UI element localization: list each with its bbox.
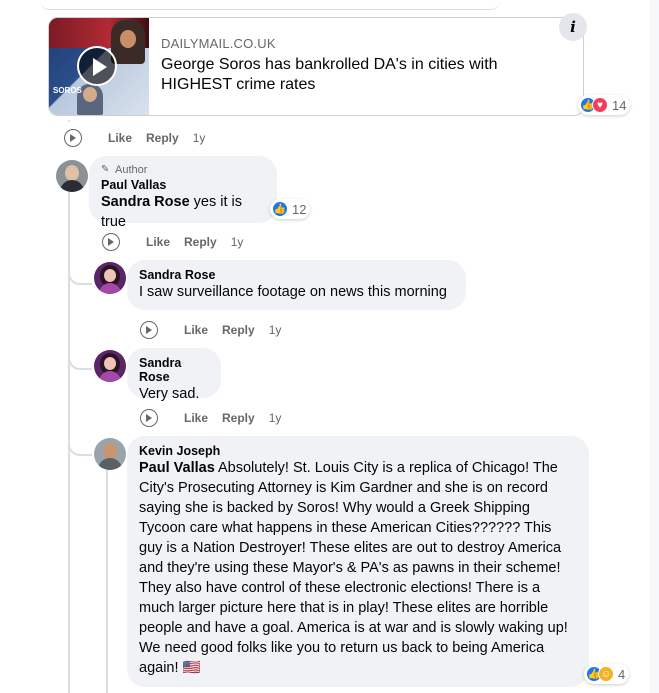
play-icon[interactable] [77, 46, 117, 86]
like-button[interactable]: Like [146, 235, 170, 249]
author-badge-label: Author [115, 164, 148, 176]
reply-button[interactable]: Reply [222, 411, 255, 425]
like-button[interactable]: Like [184, 323, 208, 337]
link-domain: DAILYMAIL.CO.UK [161, 36, 276, 51]
reply-button[interactable]: Reply [222, 323, 255, 337]
like-icon: 👍 [272, 201, 288, 217]
timestamp[interactable]: 1y [193, 131, 206, 145]
author-badge: ✎ Author [101, 164, 265, 176]
comment-text: I saw surveillance footage on news this … [139, 284, 447, 300]
reaction-count: 14 [612, 97, 627, 113]
thread-line [68, 380, 70, 693]
play-icon[interactable] [64, 129, 82, 147]
pencil-icon: ✎ [101, 164, 110, 175]
play-icon[interactable] [140, 409, 158, 427]
reaction-badge[interactable]: 👍 12 [270, 199, 311, 219]
comment-actions: Like Reply 1y [140, 321, 281, 339]
avatar[interactable] [56, 160, 88, 192]
reply-button[interactable]: Reply [146, 131, 179, 145]
thread-line [68, 265, 92, 285]
commenter-name[interactable]: Sandra Rose [139, 356, 209, 384]
like-button[interactable]: Like [108, 131, 132, 145]
avatar[interactable] [94, 438, 126, 470]
thread-line [68, 120, 70, 122]
thread-line [68, 436, 92, 456]
comment-bubble: ✎ Author Paul Vallas Sandra Rose yes it … [89, 156, 277, 230]
comment-text: Sandra Rose yes it is true [101, 192, 265, 232]
comment-bubble: Sandra Rose Very sad. [127, 348, 221, 402]
commenter-name[interactable]: Kevin Joseph [139, 444, 577, 458]
care-icon: ☺ [598, 666, 614, 682]
comment-bubble: Sandra Rose I saw surveillance footage o… [127, 260, 466, 310]
commenter-name[interactable]: Sandra Rose [139, 268, 454, 282]
reaction-count: 4 [618, 666, 626, 682]
love-icon: ♥ [592, 97, 608, 113]
scrollbar[interactable] [650, 0, 659, 693]
comment-text: Very sad. [139, 386, 200, 402]
play-icon[interactable] [102, 233, 120, 251]
thread-line [106, 462, 108, 693]
avatar[interactable] [94, 350, 126, 382]
link-title[interactable]: George Soros has bankrolled DA's in citi… [161, 55, 571, 95]
thumbnail-caption: SOROS [53, 86, 82, 95]
reaction-badge[interactable]: 👍 ♥ 14 [578, 95, 631, 115]
timestamp[interactable]: 1y [269, 411, 282, 425]
thread-line [68, 350, 92, 370]
commenter-name[interactable]: Paul Vallas [101, 178, 265, 192]
comment-text: Paul Vallas Absolutely! St. Louis City i… [139, 458, 577, 678]
video-thumbnail[interactable]: SOROS [49, 18, 149, 115]
like-button[interactable]: Like [184, 411, 208, 425]
comment-actions: Like Reply 1y [64, 129, 205, 147]
reply-button[interactable]: Reply [184, 235, 217, 249]
thumbnail-person [111, 20, 145, 64]
reaction-count: 12 [292, 201, 307, 217]
comment-body: Absolutely! St. Louis City is a replica … [139, 460, 568, 676]
comment-bubble: Kevin Joseph Paul Vallas Absolutely! St.… [127, 436, 589, 687]
mention-link[interactable]: Paul Vallas [139, 460, 215, 476]
previous-comment-edge [40, 0, 500, 10]
timestamp[interactable]: 1y [231, 235, 244, 249]
mention-link[interactable]: Sandra Rose [101, 194, 190, 210]
avatar[interactable] [94, 262, 126, 294]
comment-actions: Like Reply 1y [102, 233, 243, 251]
reaction-badge[interactable]: 👍 ☺ 4 [584, 664, 630, 684]
info-icon[interactable]: i [559, 13, 587, 41]
timestamp[interactable]: 1y [269, 323, 282, 337]
play-icon[interactable] [140, 321, 158, 339]
comment-actions: Like Reply 1y [140, 409, 281, 427]
link-preview-card[interactable]: SOROS DAILYMAIL.CO.UK George Soros has b… [48, 17, 584, 116]
